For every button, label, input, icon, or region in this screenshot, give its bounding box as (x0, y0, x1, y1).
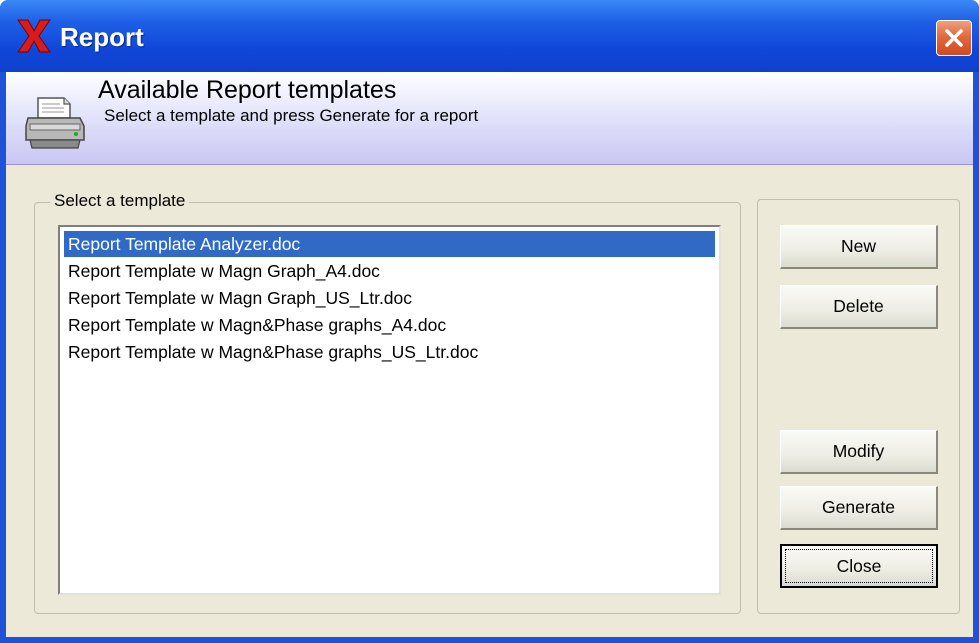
list-item[interactable]: Report Template w Magn Graph_US_Ltr.doc (64, 285, 416, 311)
close-icon (945, 29, 963, 47)
list-item[interactable]: Report Template w Magn&Phase graphs_A4.d… (64, 312, 450, 338)
new-button[interactable]: New (780, 225, 938, 269)
close-button[interactable]: Close (780, 544, 938, 588)
header-title: Available Report templates (98, 76, 397, 104)
focus-ring (785, 549, 933, 583)
x-logo-icon (17, 19, 51, 53)
list-item[interactable]: Report Template w Magn Graph_A4.doc (64, 258, 384, 284)
delete-button[interactable]: Delete (780, 285, 938, 329)
template-group-label: Select a template (50, 191, 190, 211)
list-item[interactable]: Report Template w Magn&Phase graphs_US_L… (64, 339, 482, 365)
dialog-header: Available Report templates Select a temp… (6, 72, 973, 165)
title-bar[interactable]: Report (0, 0, 979, 72)
dialog-body: Available Report templates Select a temp… (6, 72, 973, 637)
generate-button[interactable]: Generate (780, 486, 938, 530)
header-subtitle: Select a template and press Generate for… (104, 106, 479, 125)
close-window-button[interactable] (936, 20, 972, 56)
report-window: Report Available Report templates Select… (0, 0, 979, 643)
template-listbox[interactable]: Report Template Analyzer.doc Report Temp… (58, 225, 721, 595)
modify-button[interactable]: Modify (780, 430, 938, 474)
window-title: Report (60, 22, 144, 52)
printer-icon (25, 97, 85, 149)
list-item-selected[interactable]: Report Template Analyzer.doc (64, 231, 715, 257)
